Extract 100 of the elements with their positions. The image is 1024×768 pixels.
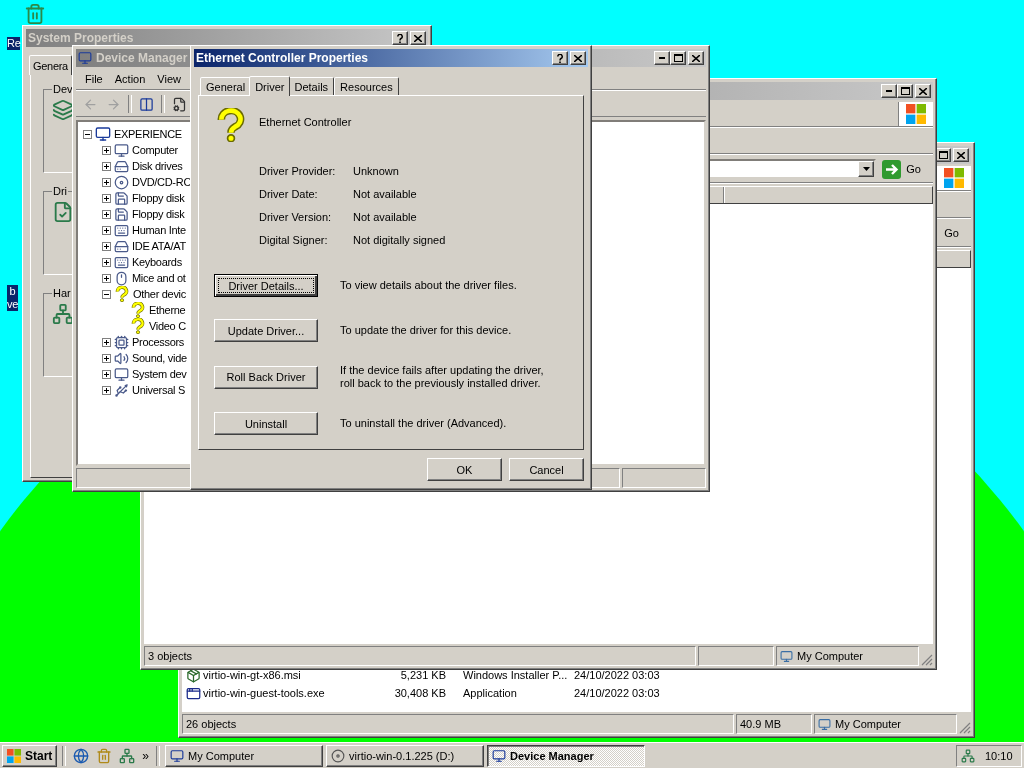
minimize-button[interactable] [881,84,897,98]
close-button[interactable] [915,84,931,98]
desktop-icon[interactable] [24,3,46,27]
tree-item[interactable]: Human Inte [132,224,186,236]
tree-item[interactable]: Other devic [133,288,186,300]
tree-item[interactable]: Video C [149,320,186,332]
action-button[interactable]: Driver Details... [214,274,318,297]
expand-toggle[interactable] [102,289,111,299]
go-button[interactable]: Go [944,227,967,239]
taskbar-button[interactable]: Device Manager [487,744,646,767]
expand-toggle[interactable] [102,177,111,187]
expand-toggle[interactable] [102,161,111,171]
tree-item[interactable]: Processors [132,336,185,348]
expand-toggle[interactable] [102,193,111,203]
close-button[interactable] [410,31,426,45]
action-button[interactable]: Roll Back Driver [214,365,318,389]
group-label: Dev [52,83,74,95]
console-tree-button[interactable] [138,95,155,113]
plus-icon [104,163,109,169]
expand-toggle[interactable] [102,369,111,379]
expand-toggle[interactable] [102,337,111,347]
tab[interactable]: Genera [29,55,72,75]
expand-toggle[interactable] [102,353,111,363]
flag-logo [906,104,926,124]
chevron-button[interactable]: » [140,748,152,763]
caret-icon [862,167,870,171]
go-button[interactable]: Go [882,159,929,179]
file-name[interactable]: virtio-win-gt-x86.msi [186,667,382,683]
plus-icon [104,339,109,345]
network-icon [961,748,975,763]
tree-item[interactable]: Floppy disk [132,208,185,220]
maximize-icon [900,87,910,95]
expand-toggle[interactable] [83,129,92,139]
tree-item[interactable]: IDE ATA/AT [132,240,186,252]
keyboard-icon [114,254,129,270]
window-title: System Properties [28,31,134,45]
action-button[interactable]: Uninstall [214,412,318,435]
computer-icon [170,748,185,763]
taskbar-button[interactable]: virtio-win-0.1.225 (D:) [326,744,485,767]
expand-toggle[interactable] [102,241,111,251]
properties-button[interactable] [171,95,188,113]
file-name[interactable]: virtio-win-guest-tools.exe [186,685,382,701]
tab[interactable]: Details [288,77,335,95]
tree-item[interactable]: DVD/CD-RO [132,176,192,188]
plus-icon [104,259,109,265]
dialog-button[interactable]: OK [427,458,502,481]
tree-item[interactable]: System dev [132,368,187,380]
tree-item[interactable]: Universal S [132,384,185,396]
action-button[interactable]: Update Driver... [214,319,318,342]
minus-icon [104,291,109,297]
object-count: 3 objects [144,646,696,666]
close-button[interactable] [570,51,586,65]
tab[interactable]: Driver [249,76,291,96]
tree-item[interactable]: EXPERIENCE [114,128,182,140]
tab[interactable]: General [200,77,252,95]
help-button[interactable] [392,31,408,45]
tab[interactable]: Resources [334,77,399,95]
tree-item[interactable]: Mice and ot [132,272,186,284]
dialog-button[interactable]: Cancel [509,458,584,481]
close-button[interactable] [953,148,969,162]
resize-grip [921,654,933,666]
tree-item[interactable]: Floppy disk [132,192,185,204]
tree-item[interactable]: Computer [132,144,178,156]
plus-icon [104,179,109,185]
start-button[interactable]: Start [2,744,58,767]
tree-item[interactable]: Disk drives [132,160,183,172]
maximize-button[interactable] [670,51,686,65]
dropdown-button[interactable] [858,161,875,177]
help-button[interactable] [552,51,568,65]
expand-toggle[interactable] [102,209,111,219]
plus-icon [104,371,109,377]
globe-icon [73,747,90,764]
device-name: Ethernet Controller [259,116,352,130]
expand-toggle[interactable] [102,225,111,235]
tree-item[interactable]: Sound, vide [132,352,187,364]
taskbar-button[interactable]: My Computer [165,744,324,767]
file-size: 5,231 KB [399,669,446,681]
menu-item[interactable]: View [152,71,186,87]
network-icon [52,303,74,325]
expand-toggle[interactable] [102,273,111,283]
expand-toggle[interactable] [102,145,111,155]
expand-toggle[interactable] [102,257,111,267]
window-title: Ethernet Controller Properties [196,51,369,65]
close-icon [957,151,965,159]
desktop-icon-label[interactable]: b ve [7,285,19,311]
tree-item[interactable]: Etherne [149,304,186,316]
forward-arrow-icon [106,96,121,112]
close-icon [414,34,422,42]
maximize-button[interactable] [897,84,913,98]
maximize-icon [938,151,948,159]
menu-item[interactable]: Action [109,71,151,87]
field-label: Digital Signer: [259,233,329,246]
tree-item[interactable]: Keyboards [132,256,182,268]
computer-icon [114,366,129,382]
expand-toggle[interactable] [102,385,111,395]
computer-icon [95,126,111,142]
close-icon [919,87,927,95]
close-button[interactable] [688,51,704,65]
minimize-button[interactable] [654,51,670,65]
menu-item[interactable]: File [80,71,108,87]
